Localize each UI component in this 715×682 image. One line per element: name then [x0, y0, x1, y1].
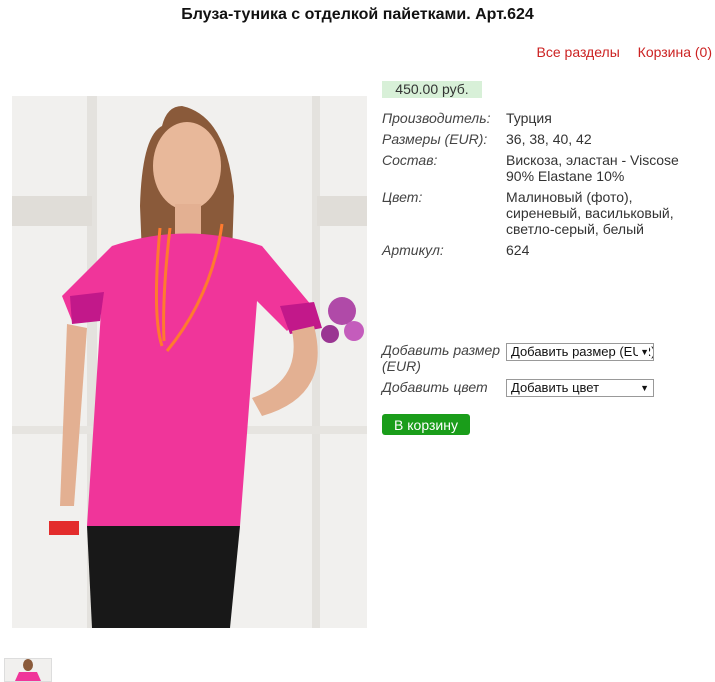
spec-label: Цвет: — [382, 189, 423, 205]
spec-row: Артикул: 624 — [382, 242, 682, 263]
color-select-value: Добавить цвет — [511, 380, 600, 395]
product-photo-illustration — [12, 96, 367, 628]
price-badge: 450.00 руб. — [382, 81, 482, 98]
chevron-down-icon: ▼ — [638, 344, 649, 360]
spec-value: 36, 38, 40, 42 — [506, 131, 592, 147]
spec-row: Цвет: Малиновый (фото), сиреневый, васил… — [382, 189, 682, 242]
page-title: Блуза-туника с отделкой пайетками. Арт.6… — [181, 6, 534, 23]
color-select[interactable]: Добавить цвет ▼ — [506, 379, 654, 397]
spec-row: Производитель: Турция — [382, 110, 682, 131]
size-select[interactable]: Добавить размер (EUR) ▼ — [506, 343, 654, 361]
spec-label: Состав: — [382, 152, 438, 168]
spec-label: Производитель: — [382, 110, 491, 126]
spec-value: Вискоза, эластан - Viscose 90% Elastane … — [506, 152, 679, 184]
add-to-cart-button[interactable]: В корзину — [382, 414, 470, 435]
color-option-label: Добавить цвет — [382, 379, 488, 395]
spec-value: Малиновый (фото), сиреневый, васильковый… — [506, 189, 674, 237]
cart-link[interactable]: Корзина (0) — [638, 44, 712, 60]
spec-row: Размеры (EUR): 36, 38, 40, 42 — [382, 131, 682, 152]
spec-row: Состав: Вискоза, эластан - Viscose 90% E… — [382, 152, 682, 189]
size-option-label: Добавить размер (EUR) — [382, 342, 501, 374]
spec-label: Размеры (EUR): — [382, 131, 488, 147]
top-nav: Все разделы Корзина (0) — [523, 44, 712, 60]
product-photo — [12, 96, 367, 628]
product-specs: Производитель: Турция Размеры (EUR): 36,… — [382, 110, 682, 263]
thumbnail-image — [5, 659, 51, 681]
size-select-value: Добавить размер (EUR) — [511, 344, 654, 359]
spec-value: 624 — [506, 242, 530, 258]
spec-value: Турция — [506, 110, 552, 126]
spec-label: Артикул: — [382, 242, 444, 258]
chevron-down-icon: ▼ — [638, 380, 649, 396]
all-sections-link[interactable]: Все разделы — [537, 44, 620, 60]
product-thumbnail[interactable] — [4, 658, 52, 682]
